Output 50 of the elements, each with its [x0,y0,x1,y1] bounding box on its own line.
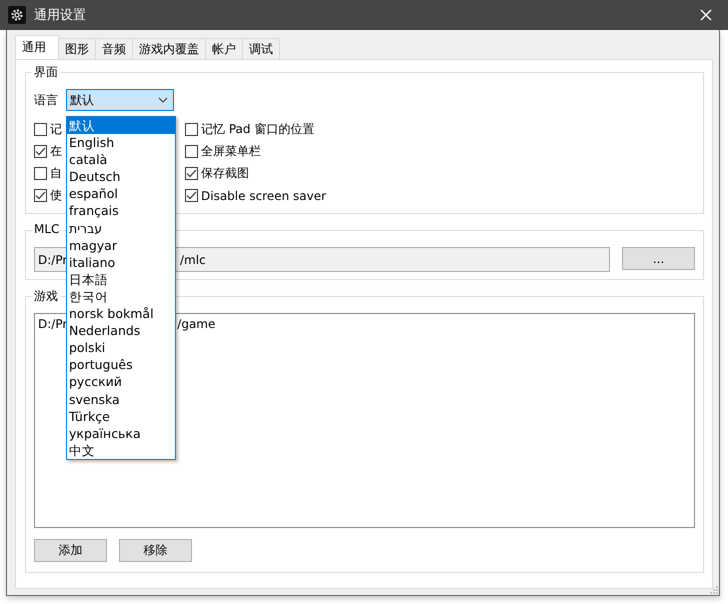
dropdown-option[interactable]: polski [67,339,175,356]
dropdown-option[interactable]: português [67,356,175,374]
button[interactable]: 移除 [119,539,192,562]
browse-button[interactable]: ... [622,247,695,270]
checkbox-label: 在 [50,143,62,160]
tab[interactable]: 调试 [242,38,280,59]
dropdown-option[interactable]: Nederlands [67,322,175,340]
language-dropdown[interactable]: 默认 [66,89,174,111]
dropdown-option[interactable]: עברית [67,220,175,237]
dropdown-option[interactable]: svenska [67,390,175,408]
dropdown-option[interactable]: 中文 [67,442,175,459]
path-text[interactable]: /game [177,317,216,331]
button[interactable]: 添加 [34,539,107,562]
path-text[interactable]: D:/Pr [38,317,68,331]
checkbox-label: 全屏菜单栏 [201,143,261,160]
close-icon[interactable] [700,9,712,21]
gear-icon [8,6,26,24]
window-title: 通用设置 [34,7,87,24]
dropdown-option[interactable]: українська [67,424,175,442]
dropdown-option[interactable]: italiano [67,254,175,271]
dropdown-option[interactable]: français [67,202,175,220]
checkbox[interactable] [185,145,198,158]
dropdown-option[interactable]: 한국어 [67,288,175,306]
dropdown-option[interactable]: norsk bokmål [67,305,175,322]
dropdown-option[interactable]: 日本語 [67,270,175,288]
checkbox[interactable] [34,167,47,180]
checkbox[interactable] [185,189,198,202]
dropdown-option[interactable]: English [67,134,175,152]
chevron-icon [158,97,168,103]
checkbox-label: 使 [50,187,62,204]
dropdown-option[interactable]: Türkçe [67,408,175,425]
checkbox[interactable] [34,189,47,202]
dropdown-option[interactable]: català [67,151,175,168]
dropdown-option[interactable]: 默认 [67,117,175,134]
checkbox-label: 保存截图 [201,165,249,182]
dropdown-option[interactable]: Deutsch [67,168,175,186]
dropdown-option[interactable]: español [67,185,175,202]
group-title: MLC [32,222,62,236]
language-label: 语言 [34,92,58,108]
checkbox[interactable] [34,145,47,158]
dropdown-option[interactable]: русский [67,373,175,390]
checkbox[interactable] [185,123,198,136]
checkbox-label: Disable screen saver [201,188,326,202]
checkbox-label: 自 [50,165,62,182]
resize-grip-icon[interactable] [710,586,718,594]
tab[interactable]: 通用 [15,35,59,59]
checkbox-label: 记忆 Pad 窗口的位置 [201,121,314,138]
checkbox[interactable] [34,123,47,136]
checkbox-label: 记 [50,121,62,138]
checkbox[interactable] [185,167,198,180]
